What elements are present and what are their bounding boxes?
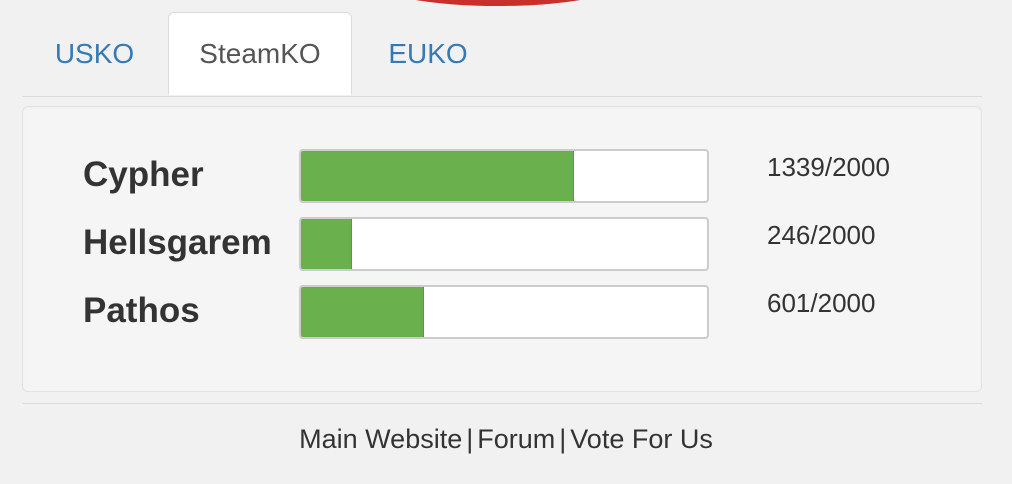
footer-divider	[22, 403, 982, 404]
player-row: Pathos 601/2000	[23, 283, 981, 339]
progress-bar	[299, 217, 709, 271]
header-arc-decoration	[378, 0, 618, 6]
player-row: Hellsgarem 246/2000	[23, 215, 981, 271]
progress-fill	[301, 219, 352, 269]
main-website-link[interactable]: Main Website	[299, 424, 462, 454]
tab-usko[interactable]: USKO	[22, 12, 167, 95]
tab-steamko[interactable]: SteamKO	[168, 12, 352, 95]
player-name: Hellsgarem	[83, 223, 272, 262]
footer-separator: |	[559, 424, 567, 454]
server-tabs: USKO SteamKO EUKO	[22, 12, 982, 97]
vote-for-us-link[interactable]: Vote For Us	[570, 424, 713, 454]
progress-bar	[299, 149, 709, 203]
footer-separator: |	[466, 424, 474, 454]
progress-bar	[299, 285, 709, 339]
progress-fill	[301, 287, 424, 337]
progress-fill	[301, 151, 574, 201]
player-row: Cypher 1339/2000	[23, 147, 981, 203]
player-count: 601/2000	[767, 287, 876, 318]
player-count: 1339/2000	[767, 151, 890, 182]
player-name: Pathos	[83, 291, 200, 330]
footer-links: Main Website | Forum | Vote For Us	[0, 424, 1012, 455]
leaderboard-panel: Cypher 1339/2000 Hellsgarem 246/2000 Pat…	[22, 106, 982, 392]
player-name: Cypher	[83, 155, 204, 194]
forum-link[interactable]: Forum	[477, 424, 555, 454]
tab-euko[interactable]: EUKO	[353, 12, 503, 95]
player-count: 246/2000	[767, 219, 876, 250]
